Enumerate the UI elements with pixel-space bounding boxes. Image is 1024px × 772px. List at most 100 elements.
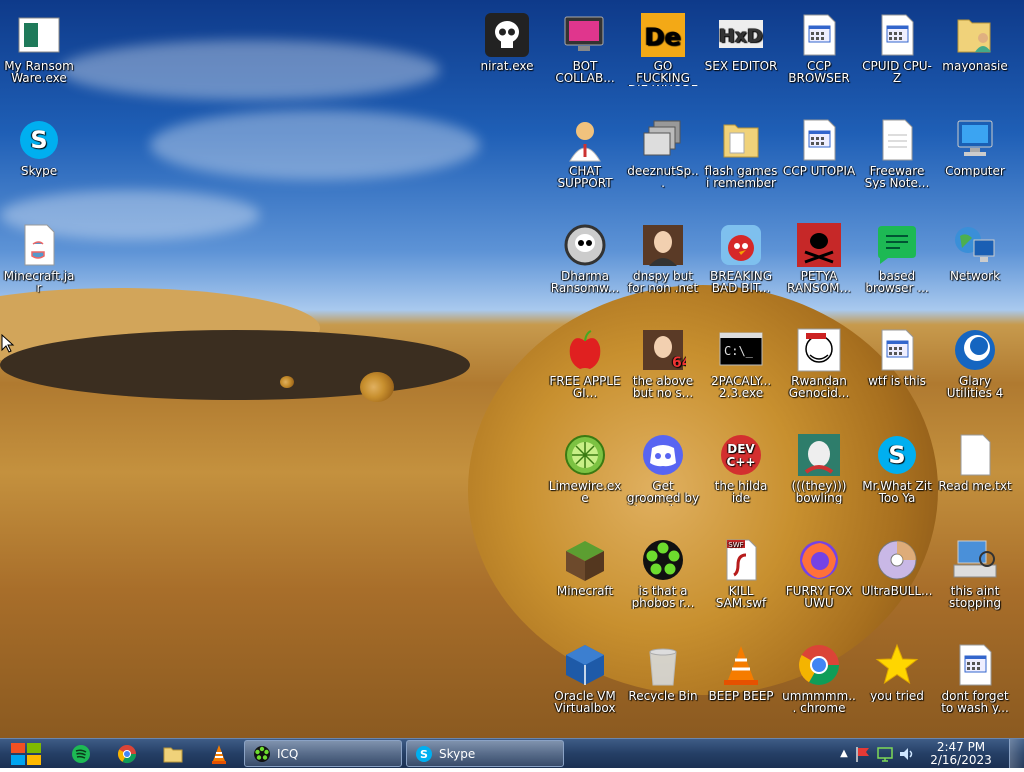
desktop-icon-label: (((they))) bowling xyxy=(791,480,847,504)
desktop-icon[interactable]: CPUID CPU-Z xyxy=(859,8,935,108)
desktop-icon[interactable]: deeznutSp... xyxy=(625,113,701,213)
desktop-icon[interactable]: Limewire.exe xyxy=(547,428,623,528)
action-center-flag-icon[interactable] xyxy=(852,744,874,764)
desktop-icon[interactable]: BEEP BEEP xyxy=(703,638,779,738)
desktop-icon[interactable]: CCP BROWSER xyxy=(781,8,857,108)
desktop-icon[interactable]: mayonasie xyxy=(937,8,1013,108)
desktop-icon[interactable]: you tried xyxy=(859,638,935,738)
desktop-icon[interactable]: Get groomed by transde... xyxy=(625,428,701,528)
desktop-icon[interactable]: Computer xyxy=(937,113,1013,213)
desktop-icon[interactable]: De GO FUCKING DIE WHORE xyxy=(625,8,701,108)
desktop-icon[interactable]: (((they))) bowling xyxy=(781,428,857,528)
clock[interactable]: 2:47 PM 2/16/2023 xyxy=(926,741,996,767)
svg-text:DEV: DEV xyxy=(727,442,755,456)
svg-text:C++: C++ xyxy=(727,455,756,469)
desktop-icon[interactable]: 64 the above but no s... xyxy=(625,323,701,423)
svg-text:C:\_: C:\_ xyxy=(724,344,754,358)
desktop-icon[interactable]: FURRY FOX UWU xyxy=(781,533,857,633)
desktop-icon[interactable]: Minecraft.jar xyxy=(1,218,77,318)
desktop-icon[interactable]: Minecraft xyxy=(547,533,623,633)
desktop-icon-label: Mr.What Zit Too Ya xyxy=(862,480,932,504)
desktop-icon[interactable]: My Ransom Ware.exe xyxy=(1,8,77,108)
desktop-icon-label: Recycle Bin xyxy=(628,690,698,702)
svg-text:De: De xyxy=(645,23,681,51)
desktop-icon[interactable]: CHAT SUPPORT xyxy=(547,113,623,213)
angry-bird-icon xyxy=(718,222,764,268)
desktop-icon-label: Minecraft xyxy=(556,585,614,597)
skype-icon: S xyxy=(874,432,920,478)
task-icq[interactable]: ICQ xyxy=(244,740,402,767)
window-file-icon xyxy=(952,642,998,688)
desktop-icon-label: dnspy but for non .net pr... xyxy=(627,270,699,296)
desktop-icon[interactable]: is that a phobos r... xyxy=(625,533,701,633)
folder-icon xyxy=(163,747,183,763)
desktop-icon[interactable]: Recycle Bin xyxy=(625,638,701,738)
desktop-icon-label: Dharma Ransomw... xyxy=(550,270,620,294)
desktop-icon[interactable]: BOT COLLAB... xyxy=(547,8,623,108)
desktop-icon[interactable]: nirat.exe xyxy=(469,8,545,108)
desktop-icon[interactable]: dont forget to wash y... xyxy=(937,638,1013,738)
desktop-icon[interactable]: C:\_ 2PACALY... 2.3.exe xyxy=(703,323,779,423)
desktop-icon[interactable]: Read me.txt xyxy=(937,428,1013,528)
task-skype[interactable]: S Skype xyxy=(406,740,564,767)
java-file-icon xyxy=(16,222,62,268)
start-button[interactable] xyxy=(8,739,44,768)
desktop-icon[interactable]: Glary Utilities 4 xyxy=(937,323,1013,423)
desktop-icon-label: Read me.txt xyxy=(938,480,1012,492)
window-file-icon xyxy=(796,12,842,58)
desktop-icon-label: the hilda ide xyxy=(714,480,768,504)
network-tray-icon[interactable] xyxy=(874,744,896,764)
skull-gear-icon xyxy=(562,222,608,268)
desktop-icon-label: you tried xyxy=(870,690,924,702)
pinned-spotify[interactable] xyxy=(70,741,92,767)
hxd-icon: HxD xyxy=(718,12,764,58)
desktop-icon[interactable]: dnspy but for non .net pr... xyxy=(625,218,701,318)
firefox-icon xyxy=(796,537,842,583)
vlc-cone-icon xyxy=(212,745,226,764)
desktop-icon-label: My Ransom Ware.exe xyxy=(4,60,74,84)
desktop-icon[interactable]: SWF KILL SAM.swf xyxy=(703,533,779,633)
desktop-icon[interactable]: Rwandan Genocid... xyxy=(781,323,857,423)
desktop-icon[interactable]: S Skype xyxy=(1,113,77,213)
desktop-icon[interactable]: FREE APPLE GI... xyxy=(547,323,623,423)
desktop-icon[interactable]: BREAKING BAD BIT... xyxy=(703,218,779,318)
desktop-icon[interactable]: this aint stopping di... xyxy=(937,533,1013,633)
skype-icon: S xyxy=(16,117,62,163)
bowling-icon xyxy=(796,432,842,478)
desktop: My Ransom Ware.exe S Skype Minecraft.jar nir… xyxy=(0,0,1024,738)
stacked-windows-icon xyxy=(640,117,686,163)
desktop-icon-label: BOT COLLAB... xyxy=(555,60,615,84)
pinned-vlc[interactable] xyxy=(208,741,230,767)
chevron-up-icon[interactable]: ▲ xyxy=(836,748,852,759)
desktop-icon[interactable]: DEV C++ the hilda ide xyxy=(703,428,779,528)
desktop-icon[interactable]: PETYA RANSOM... xyxy=(781,218,857,318)
desktop-icon[interactable]: Network xyxy=(937,218,1013,318)
desktop-icon-label: Get groomed by transde... xyxy=(626,480,700,506)
desktop-icon-label: is that a phobos r... xyxy=(631,585,695,609)
desktop-icon[interactable]: CCP UTOPIA xyxy=(781,113,857,213)
pinned-explorer[interactable] xyxy=(162,741,184,767)
system-tray: ▲ xyxy=(836,739,918,768)
desktop-icon[interactable]: flash games i remember xyxy=(703,113,779,213)
desktop-icon-label: FURRY FOX UWU xyxy=(785,585,853,609)
desktop-icon[interactable]: Dharma Ransomw... xyxy=(547,218,623,318)
desktop-icon[interactable]: Oracle VM Virtualbox xyxy=(547,638,623,738)
desktop-icon[interactable]: ummmmm... chrome xyxy=(781,638,857,738)
show-desktop-button[interactable] xyxy=(1009,739,1024,768)
volume-icon[interactable] xyxy=(896,744,918,764)
meme-face-icon xyxy=(796,327,842,373)
desktop-icon[interactable]: wtf is this xyxy=(859,323,935,423)
folder-icon xyxy=(718,117,764,163)
red-skull-icon xyxy=(796,222,842,268)
desktop-icon[interactable]: HxD SEX EDITOR xyxy=(703,8,779,108)
desktop-icon-label: PETYA RANSOM... xyxy=(787,270,851,294)
small-hay-bale xyxy=(280,376,294,388)
desktop-icon[interactable]: UltraBULL... xyxy=(859,533,935,633)
desktop-icon[interactable]: S Mr.What Zit Too Ya xyxy=(859,428,935,528)
task-label: ICQ xyxy=(277,746,299,761)
desktop-icon-label: based browser ... xyxy=(865,270,929,294)
desktop-icon[interactable]: Freeware Sys Note... xyxy=(859,113,935,213)
desktop-icon[interactable]: based browser ... xyxy=(859,218,935,318)
glary-icon xyxy=(952,327,998,373)
pinned-chrome[interactable] xyxy=(116,741,138,767)
